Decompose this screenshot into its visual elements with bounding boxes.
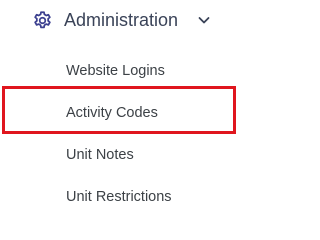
- gear-icon: [34, 11, 51, 29]
- menu-item-unit-notes[interactable]: Unit Notes: [66, 146, 134, 164]
- menu-item-website-logins[interactable]: Website Logins: [66, 62, 165, 80]
- menu-item-unit-restrictions[interactable]: Unit Restrictions: [66, 188, 172, 206]
- sidebar-nav: Administration Website Logins Activity C…: [0, 0, 244, 208]
- administration-section-toggle[interactable]: Administration: [0, 0, 244, 40]
- section-title: Administration: [64, 10, 179, 30]
- chevron-down-icon[interactable]: [198, 16, 210, 25]
- menu-item-activity-codes[interactable]: Activity Codes: [66, 104, 158, 122]
